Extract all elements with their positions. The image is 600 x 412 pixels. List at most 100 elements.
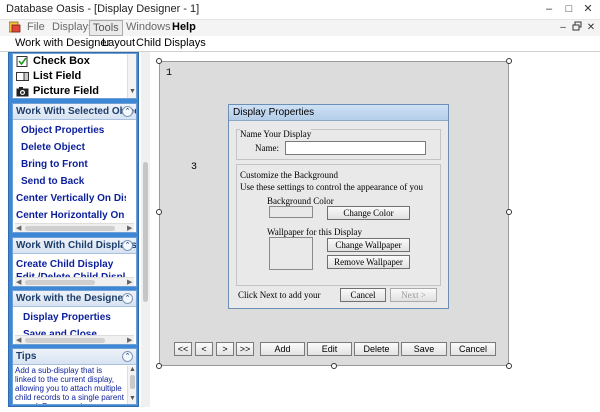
fields-pane: Check Box List Field Picture Field ▼ — [12, 53, 137, 99]
horizontal-scrollbar[interactable]: ◀ ▶ — [15, 223, 134, 232]
field-picture[interactable]: Picture Field — [16, 85, 126, 99]
resize-handle[interactable] — [156, 209, 162, 215]
wallpaper-label: Wallpaper for this Display — [267, 227, 363, 237]
scroll-left-icon[interactable]: ◀ — [16, 278, 21, 287]
app-icon[interactable] — [9, 21, 21, 33]
tips-scrollbar[interactable]: ▲ ▼ — [127, 366, 136, 404]
link-center-horizontally[interactable]: Center Horizontally On Display — [16, 210, 126, 221]
resize-handle[interactable] — [156, 363, 162, 369]
pane-header[interactable]: Work With Child Displays ⌃ — [13, 238, 136, 254]
dialog-cancel-button[interactable]: Cancel — [340, 288, 386, 302]
menu-file[interactable]: File — [24, 20, 48, 36]
change-color-button[interactable]: Change Color — [327, 206, 410, 220]
name-group-title: Name Your Display — [240, 129, 312, 139]
collapse-icon[interactable]: ⌃ — [122, 240, 133, 251]
delete-button[interactable]: Delete — [354, 342, 399, 356]
child-restore-icon[interactable] — [570, 21, 584, 35]
fields-scrollbar[interactable]: ▼ — [127, 54, 136, 98]
edit-button[interactable]: Edit — [307, 342, 352, 356]
close-button[interactable]: ✕ — [580, 2, 596, 16]
menu-tools[interactable]: Tools — [89, 20, 123, 36]
child-displays-pane: Work With Child Displays ⌃ Create Child … — [12, 237, 137, 287]
scroll-right-icon[interactable]: ▶ — [127, 224, 132, 233]
checkbox-icon — [16, 56, 28, 67]
name-input[interactable] — [285, 141, 426, 155]
previous-record-button[interactable]: < — [195, 342, 213, 356]
background-color-swatch — [269, 206, 313, 218]
canvas-label-1: 1 — [166, 68, 173, 79]
link-object-properties[interactable]: Object Properties — [21, 125, 131, 136]
menu-windows[interactable]: Windows — [123, 20, 174, 36]
background-group: Customize the Background Use these setti… — [236, 164, 441, 286]
change-wallpaper-button[interactable]: Change Wallpaper — [327, 238, 410, 252]
display-properties-dialog: Display Properties Name Your Display Nam… — [228, 104, 449, 309]
tab-layout[interactable]: Layout — [102, 37, 135, 49]
resize-handle[interactable] — [506, 363, 512, 369]
field-list[interactable]: List Field — [16, 70, 126, 84]
menu-help[interactable]: Help — [169, 20, 199, 36]
background-hint: Use these settings to control the appear… — [240, 182, 423, 192]
name-label: Name: — [255, 143, 279, 153]
scroll-up-icon[interactable]: ▲ — [129, 366, 136, 374]
resize-handle[interactable] — [506, 58, 512, 64]
designer-pane: Work with the Designer ⌃ Display Propert… — [12, 290, 137, 345]
menu-bar: File Displays Tools Windows Help – ✕ — [0, 20, 600, 36]
window-title: Database Oasis - [Display Designer - 1] — [6, 3, 200, 15]
scroll-down-icon[interactable]: ▼ — [129, 88, 136, 96]
child-minimize-button[interactable]: – — [556, 21, 570, 35]
collapse-icon[interactable]: ⌃ — [122, 106, 133, 117]
link-delete-object[interactable]: Delete Object — [21, 142, 131, 153]
last-record-button[interactable]: >> — [236, 342, 254, 356]
save-button[interactable]: Save — [401, 342, 447, 356]
cancel-button[interactable]: Cancel — [450, 342, 496, 356]
canvas-label-3: 3 — [191, 162, 198, 173]
camera-icon — [16, 87, 29, 97]
scroll-thumb[interactable] — [130, 375, 135, 389]
tab-child-displays[interactable]: Child Displays — [136, 37, 206, 49]
scroll-down-icon[interactable]: ▼ — [129, 395, 136, 403]
add-button[interactable]: Add — [260, 342, 305, 356]
horizontal-scrollbar[interactable]: ◀ ▶ — [15, 277, 134, 286]
link-center-vertically[interactable]: Center Vertically On Display — [16, 193, 126, 204]
list-field-icon — [16, 72, 29, 81]
link-send-to-back[interactable]: Send to Back — [21, 176, 131, 187]
background-color-label: Background Color — [267, 196, 334, 206]
name-group: Name Your Display Name: — [236, 129, 441, 160]
pane-header[interactable]: Work With Selected Objec ⌃ — [13, 104, 136, 120]
scroll-right-icon[interactable]: ▶ — [127, 336, 132, 345]
pane-header[interactable]: Tips ⌃ — [13, 349, 136, 365]
scroll-thumb[interactable] — [25, 226, 115, 231]
background-group-title: Customize the Background — [240, 170, 338, 180]
tips-pane: Tips ⌃ Add a sub-display that is linked … — [12, 348, 137, 405]
next-record-button[interactable]: > — [216, 342, 234, 356]
panel-scrollbar[interactable] — [141, 52, 150, 407]
horizontal-scrollbar[interactable]: ◀ ▶ — [15, 335, 134, 344]
first-record-button[interactable]: << — [174, 342, 192, 356]
selected-objects-pane: Work With Selected Objec ⌃ Object Proper… — [12, 103, 137, 233]
remove-wallpaper-button[interactable]: Remove Wallpaper — [327, 255, 410, 269]
link-create-child-display[interactable]: Create Child Display — [16, 259, 126, 270]
footer-text: Click Next to add your — [238, 290, 321, 300]
link-display-properties[interactable]: Display Properties — [23, 312, 133, 323]
collapse-icon[interactable]: ⌃ — [122, 351, 133, 362]
link-bring-to-front[interactable]: Bring to Front — [21, 159, 131, 170]
collapse-icon[interactable]: ⌃ — [122, 293, 133, 304]
maximize-button[interactable]: □ — [561, 2, 577, 16]
field-checkbox[interactable]: Check Box — [16, 55, 126, 69]
scroll-thumb[interactable] — [25, 338, 105, 343]
title-bar: Database Oasis - [Display Designer - 1] … — [0, 0, 600, 20]
resize-handle[interactable] — [331, 363, 337, 369]
resize-handle[interactable] — [506, 209, 512, 215]
minimize-button[interactable]: – — [541, 2, 557, 16]
dialog-title: Display Properties — [229, 105, 448, 121]
scroll-thumb[interactable] — [25, 280, 95, 285]
scroll-left-icon[interactable]: ◀ — [16, 336, 21, 345]
scroll-right-icon[interactable]: ▶ — [127, 278, 132, 287]
scroll-left-icon[interactable]: ◀ — [16, 224, 21, 233]
child-close-button[interactable]: ✕ — [584, 21, 598, 35]
scroll-thumb[interactable] — [143, 162, 148, 302]
pane-header[interactable]: Work with the Designer ⌃ — [13, 291, 136, 307]
dialog-next-button[interactable]: Next > — [390, 288, 437, 302]
resize-handle[interactable] — [156, 58, 162, 64]
tab-work-with-designer[interactable]: Work with Designer — [15, 37, 110, 49]
